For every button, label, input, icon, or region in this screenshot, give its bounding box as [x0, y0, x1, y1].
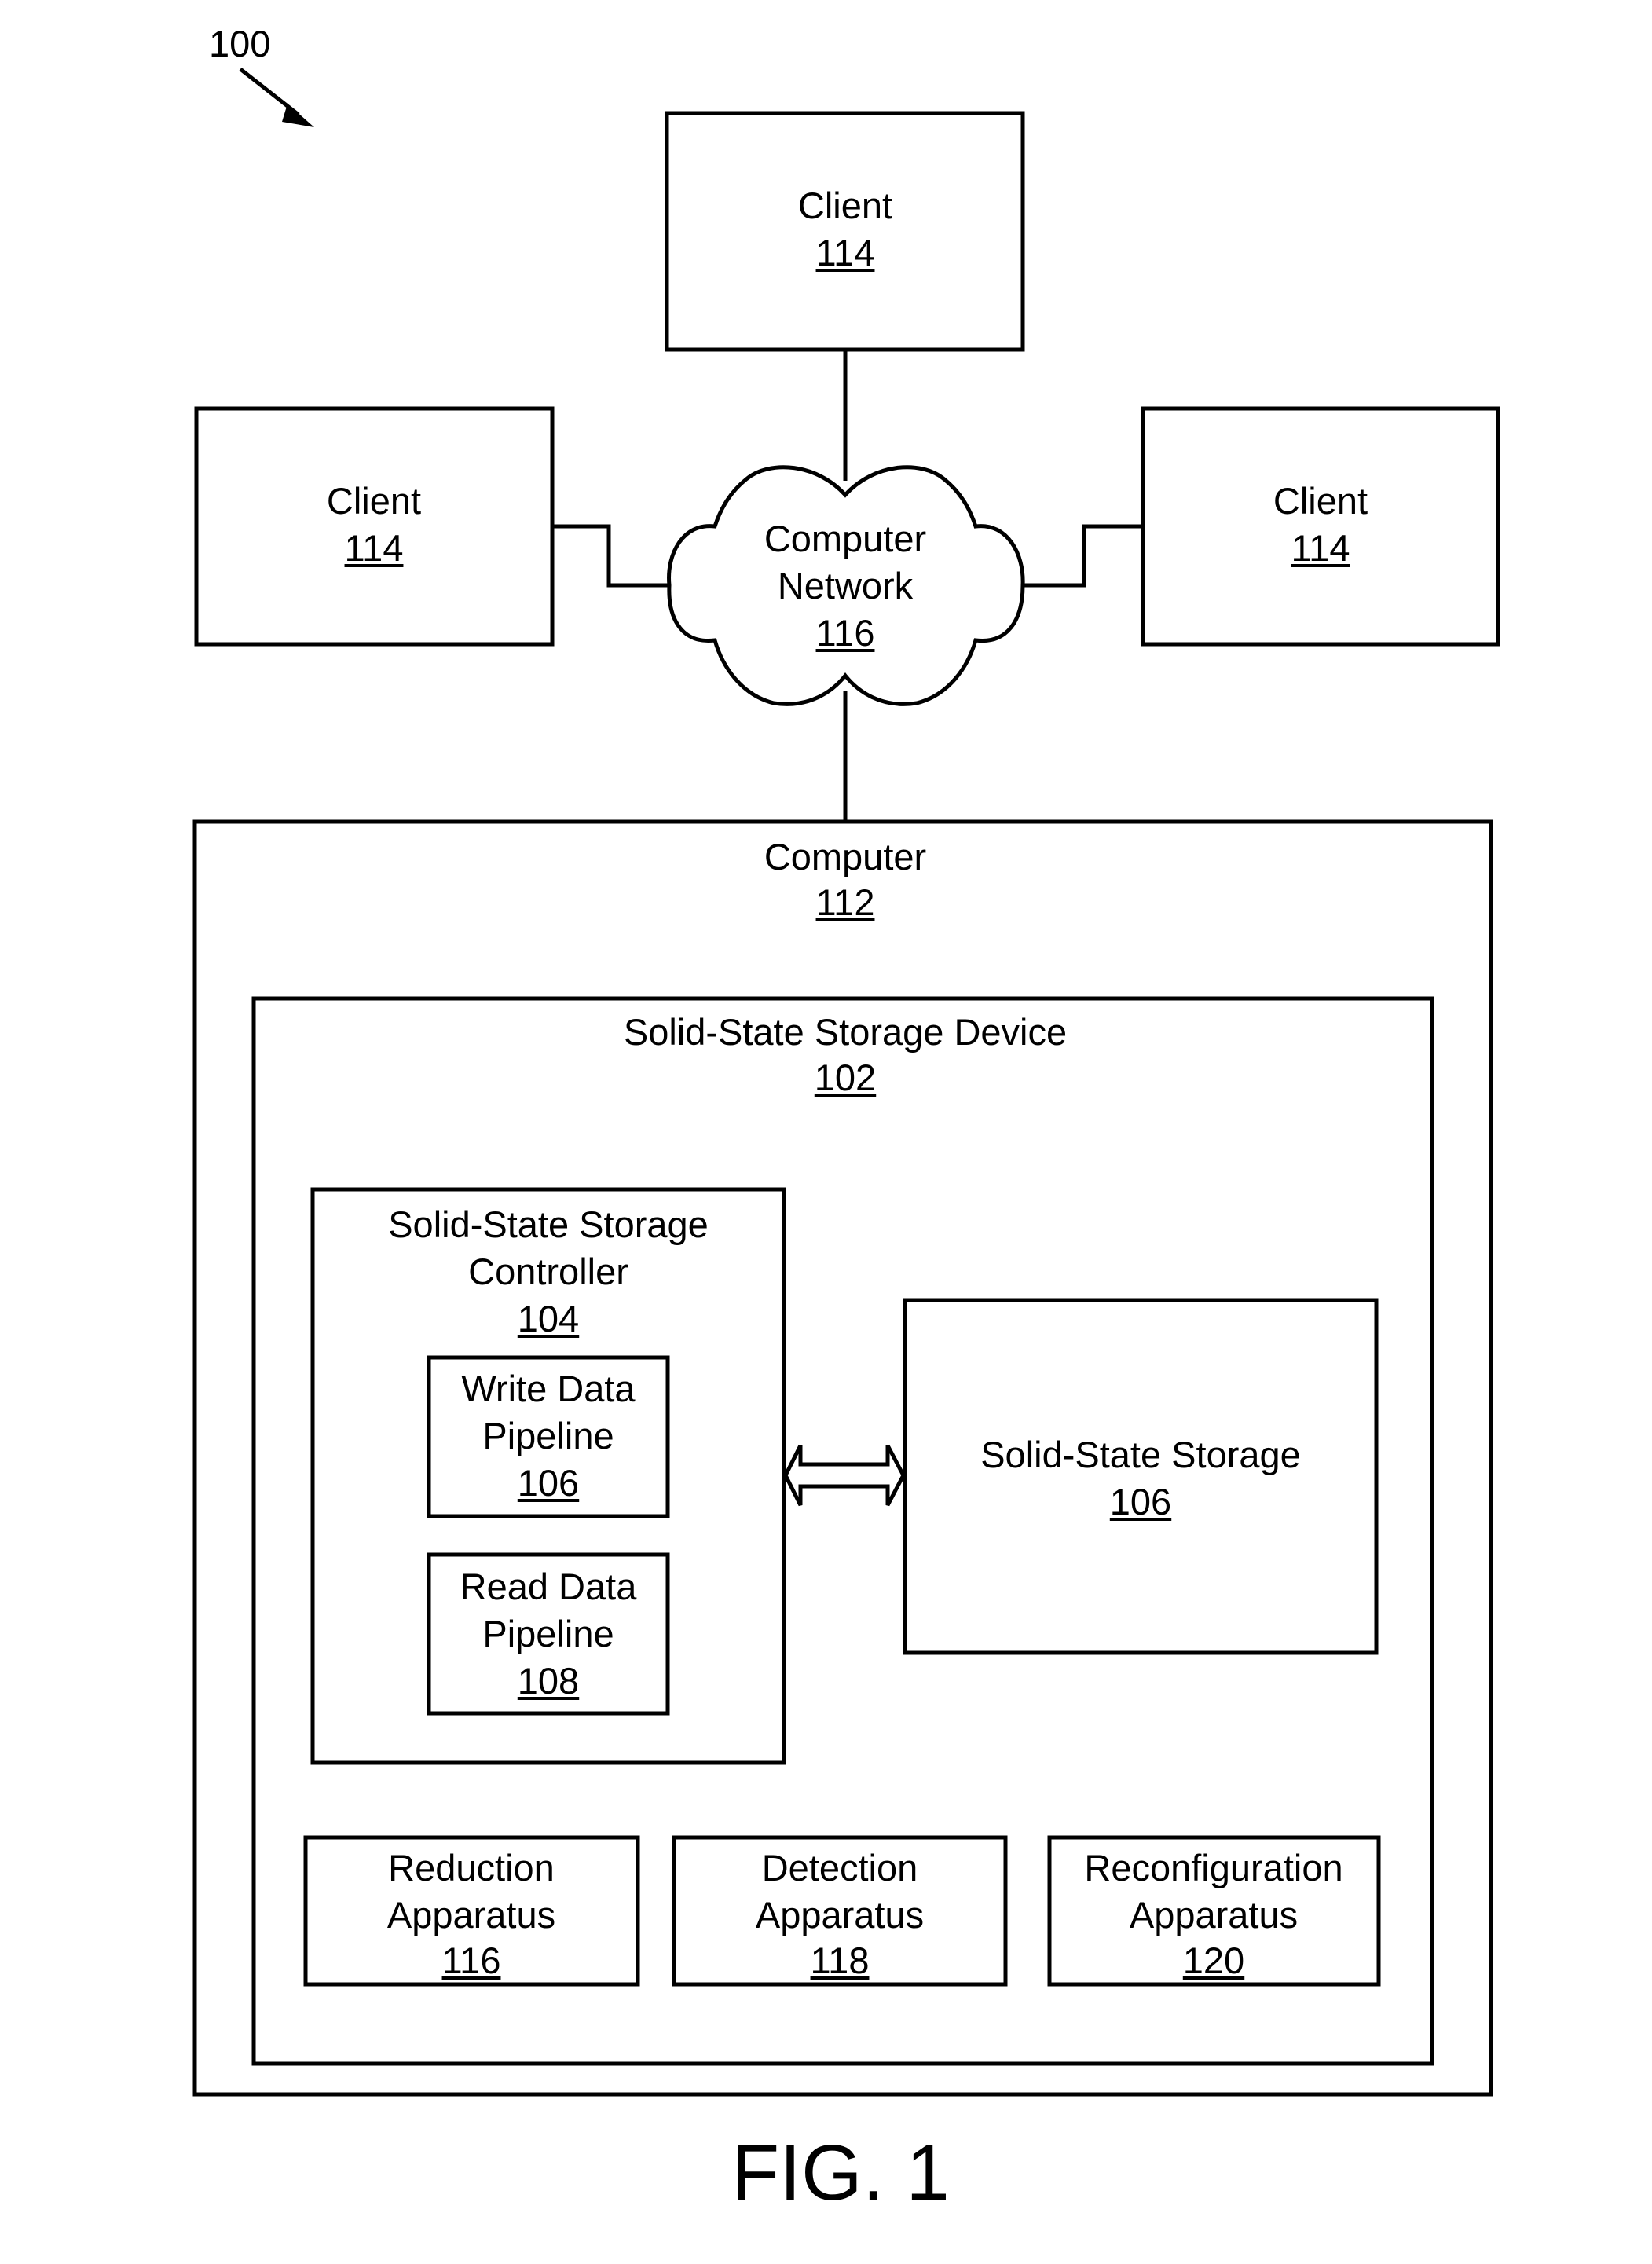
reconfiguration-apparatus[interactable]: Reconfiguration Apparatus 120	[1047, 1835, 1381, 1987]
client-left-ref: 114	[345, 527, 404, 569]
client-right[interactable]: Client 114	[1141, 406, 1500, 647]
storage-box	[903, 1298, 1379, 1655]
reference-numeral: 100	[209, 23, 270, 64]
write-data-pipeline[interactable]: Write Data Pipeline 106	[427, 1355, 670, 1518]
client-right-label: Client	[1273, 480, 1368, 522]
client-left[interactable]: Client 114	[194, 406, 555, 647]
storage-label: Solid-State Storage	[980, 1434, 1301, 1475]
read-data-pipeline[interactable]: Read Data Pipeline 108	[427, 1552, 670, 1716]
reconfiguration-label-line2: Apparatus	[1130, 1894, 1298, 1936]
detection-apparatus[interactable]: Detection Apparatus 118	[672, 1835, 1008, 1987]
reduction-apparatus[interactable]: Reduction Apparatus 116	[303, 1835, 640, 1987]
reduction-label-line2: Apparatus	[387, 1894, 555, 1936]
computer-label: Computer	[764, 836, 926, 877]
storage-ref: 106	[1110, 1481, 1171, 1522]
controller-label-line2: Controller	[468, 1251, 628, 1292]
wire-right-client-network	[1024, 524, 1143, 588]
client-top-label: Client	[798, 185, 892, 226]
computer-network[interactable]: Computer Network 116	[667, 465, 1025, 706]
read-pipeline-label-line1: Read Data	[460, 1566, 638, 1607]
diagram-canvas: 100 Client 114 Client 114 Client 114 Com…	[192, 23, 1500, 2217]
reference-arrowhead-icon	[282, 104, 314, 127]
reduction-ref: 116	[442, 1940, 501, 1981]
client-top-ref: 114	[816, 232, 875, 273]
network-label-line1: Computer	[764, 518, 926, 559]
computer-ref: 112	[816, 881, 875, 923]
detection-label-line2: Apparatus	[756, 1894, 924, 1936]
reference-100: 100	[209, 23, 314, 127]
reconfiguration-label-line1: Reconfiguration	[1084, 1847, 1342, 1888]
client-top[interactable]: Client 114	[665, 111, 1025, 352]
ssd-ref: 102	[815, 1057, 876, 1098]
client-left-label: Client	[327, 480, 421, 522]
network-ref: 116	[816, 612, 875, 654]
reconfiguration-ref: 120	[1183, 1940, 1244, 1981]
client-right-ref: 114	[1291, 527, 1350, 569]
client-right-box	[1141, 406, 1500, 647]
write-pipeline-label-line1: Write Data	[461, 1368, 636, 1409]
solid-state-storage[interactable]: Solid-State Storage 106	[903, 1298, 1379, 1655]
write-pipeline-label-line2: Pipeline	[482, 1415, 614, 1456]
wire-left-client-network	[552, 524, 669, 588]
read-pipeline-ref: 108	[518, 1660, 579, 1702]
read-pipeline-label-line2: Pipeline	[482, 1613, 614, 1654]
reduction-label-line1: Reduction	[388, 1847, 555, 1888]
ssd-label: Solid-State Storage Device	[624, 1011, 1067, 1053]
controller-ref: 104	[518, 1298, 579, 1339]
figure-caption: FIG. 1	[731, 2129, 950, 2217]
controller-label-line1: Solid-State Storage	[388, 1203, 709, 1245]
detection-ref: 118	[811, 1940, 870, 1981]
network-label-line2: Network	[778, 565, 914, 606]
write-pipeline-ref: 106	[518, 1462, 579, 1504]
client-left-box	[194, 406, 555, 647]
detection-label-line1: Detection	[762, 1847, 918, 1888]
